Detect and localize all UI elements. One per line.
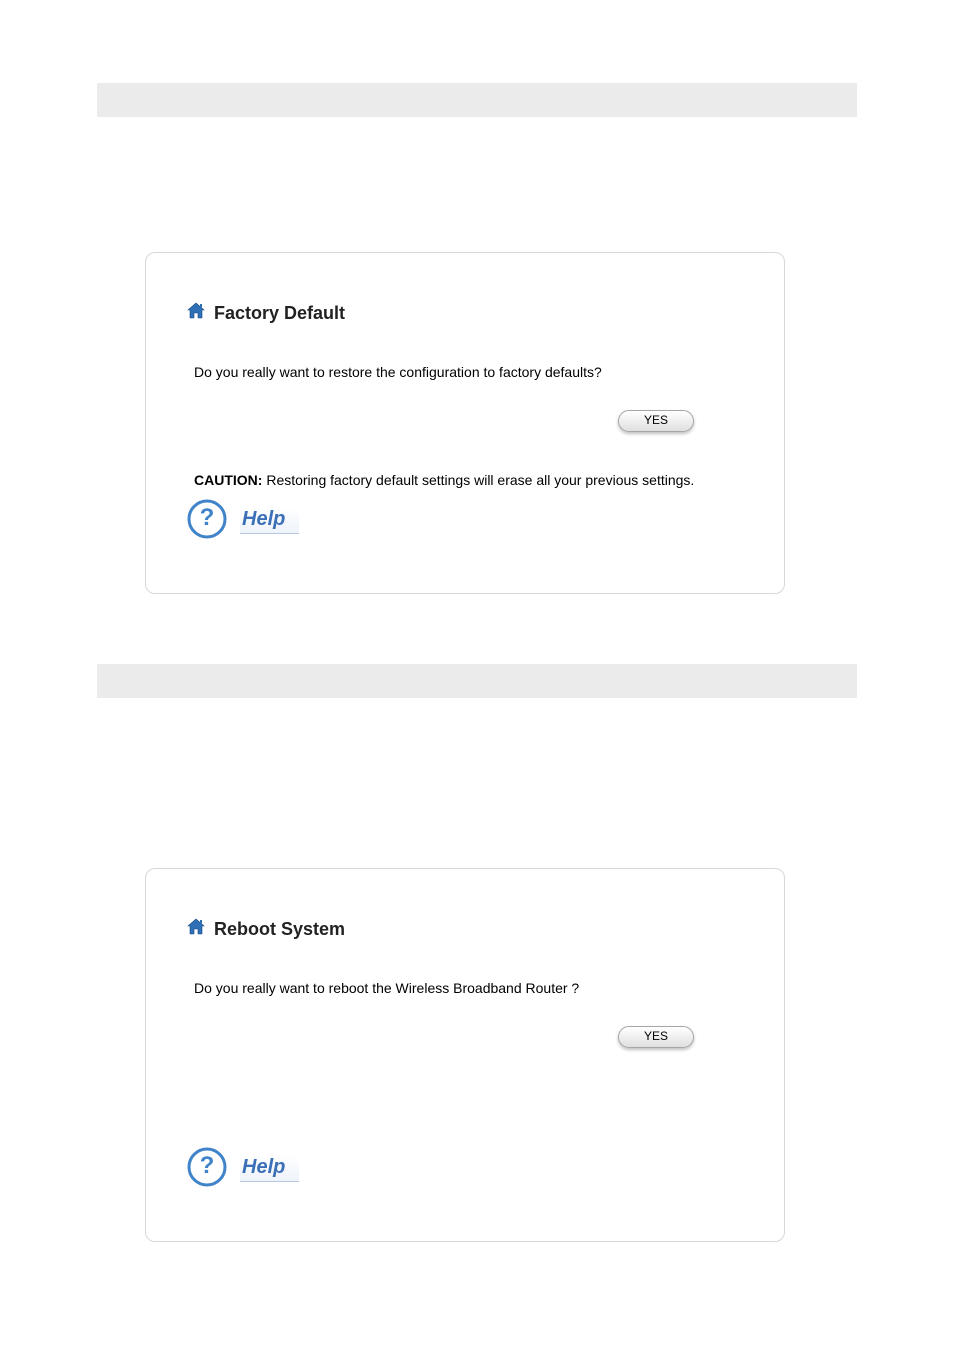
reboot-prompt: Do you really want to reboot the Wireles… [194,980,744,996]
panel-title-factory: Factory Default [186,301,744,326]
panel-title-reboot: Reboot System [186,917,744,942]
factory-caution: CAUTION: Restoring factory default setti… [194,472,744,488]
help-icon: ? [186,498,228,543]
help-link-factory[interactable]: ? Help [186,498,744,543]
help-label: Help [240,508,299,534]
caution-text: Restoring factory default settings will … [262,472,694,488]
caution-label: CAUTION: [194,472,262,488]
panel-title-text: Factory Default [214,303,345,324]
svg-text:?: ? [200,1152,215,1179]
factory-yes-button[interactable]: YES [618,410,694,432]
reboot-system-panel: Reboot System Do you really want to rebo… [145,868,785,1242]
help-label: Help [240,1156,299,1182]
reboot-yes-button[interactable]: YES [618,1026,694,1048]
help-icon: ? [186,1146,228,1191]
factory-default-panel: Factory Default Do you really want to re… [145,252,785,594]
svg-text:?: ? [200,504,215,531]
factory-prompt: Do you really want to restore the config… [194,364,744,380]
home-icon [186,301,206,326]
help-link-reboot[interactable]: ? Help [186,1146,744,1191]
panel-title-text: Reboot System [214,919,345,940]
section-header-factory [97,83,857,117]
home-icon [186,917,206,942]
section-header-reboot [97,664,857,698]
